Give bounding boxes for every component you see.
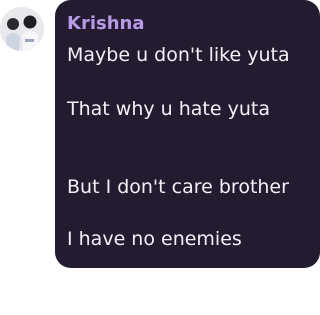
message-text: That why u hate yuta xyxy=(67,98,270,120)
message-text: Maybe u don't like yuta xyxy=(67,44,290,66)
message-text: I have no enemies xyxy=(67,228,242,250)
message-text: But I don't care brother xyxy=(67,176,289,198)
profile-avatar-icon[interactable] xyxy=(0,7,44,51)
avatar-image xyxy=(0,7,44,51)
message-bubble: Krishna Maybe u don't like yuta That why… xyxy=(55,0,320,268)
sender-name[interactable]: Krishna xyxy=(67,12,144,36)
